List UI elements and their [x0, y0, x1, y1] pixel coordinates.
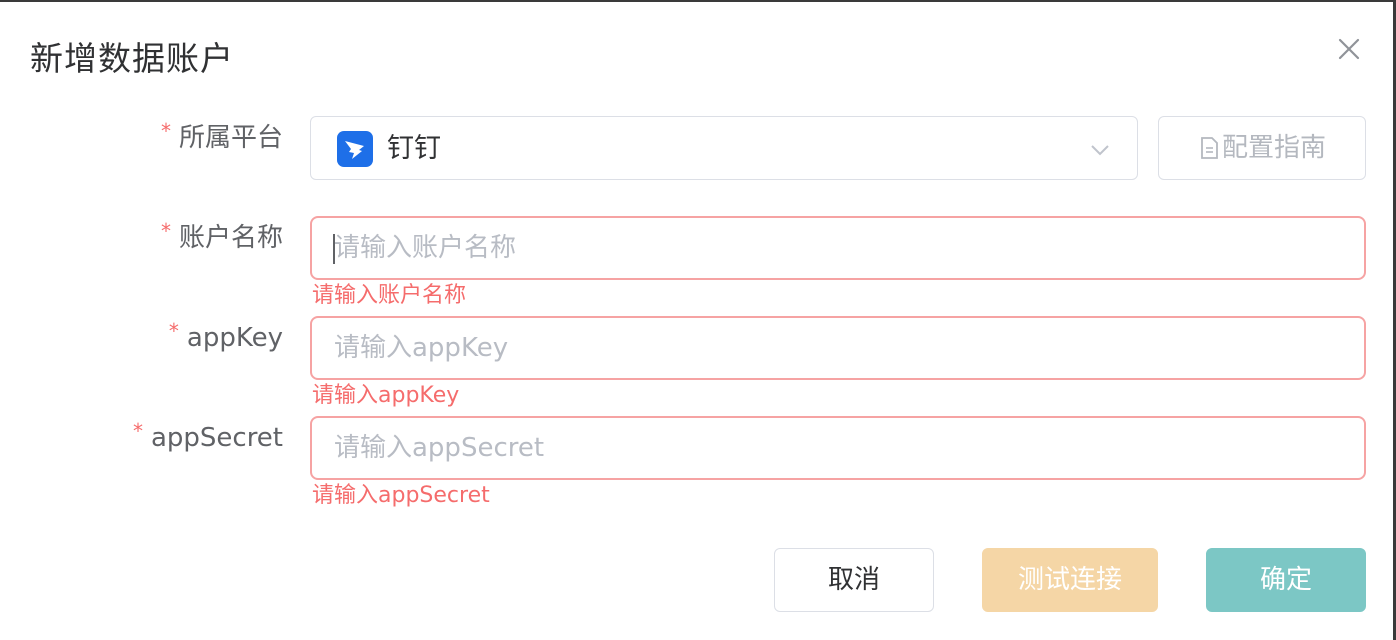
text-cursor — [333, 234, 335, 264]
account-name-input[interactable] — [310, 216, 1366, 280]
required-mark: * — [168, 319, 179, 343]
document-icon — [1201, 137, 1218, 159]
config-guide-label: 配置指南 — [1221, 133, 1326, 163]
config-guide-button[interactable]: 配置指南 — [1158, 116, 1366, 180]
required-mark: * — [160, 219, 171, 243]
app-secret-input[interactable] — [310, 416, 1366, 480]
app-key-label: * appKey — [168, 319, 283, 357]
dialog-title: 新增数据账户 — [30, 39, 234, 78]
platform-label: * 所属平台 — [160, 119, 283, 157]
test-connection-button[interactable]: 测试连接 — [982, 548, 1158, 612]
dingtalk-logo-icon — [337, 131, 373, 167]
required-mark: * — [132, 419, 143, 443]
cancel-button[interactable]: 取消 — [774, 548, 934, 612]
account-name-label-text: 账户名称 — [178, 223, 283, 253]
new-data-account-dialog: 新增数据账户 * 所属平台 钉钉 配置指南 * 账户名称 请输入账户名称 请输入… — [0, 0, 1396, 640]
account-name-error: 请输入账户名称 — [312, 283, 467, 308]
platform-select[interactable]: 钉钉 — [310, 116, 1138, 180]
app-secret-label-text: appSecret — [150, 423, 283, 453]
app-key-label-text: appKey — [186, 323, 283, 353]
app-key-error: 请输入appKey — [312, 383, 460, 408]
required-mark: * — [160, 119, 171, 143]
app-secret-label: * appSecret — [132, 419, 283, 457]
platform-selected-value: 钉钉 — [387, 133, 441, 164]
app-key-input[interactable] — [310, 316, 1366, 380]
confirm-button[interactable]: 确定 — [1206, 548, 1366, 612]
platform-label-text: 所属平台 — [178, 123, 283, 153]
close-icon[interactable] — [1334, 34, 1364, 64]
app-secret-error: 请输入appSecret — [312, 483, 490, 508]
chevron-down-icon — [1091, 145, 1109, 156]
account-name-label: * 账户名称 — [160, 219, 283, 257]
